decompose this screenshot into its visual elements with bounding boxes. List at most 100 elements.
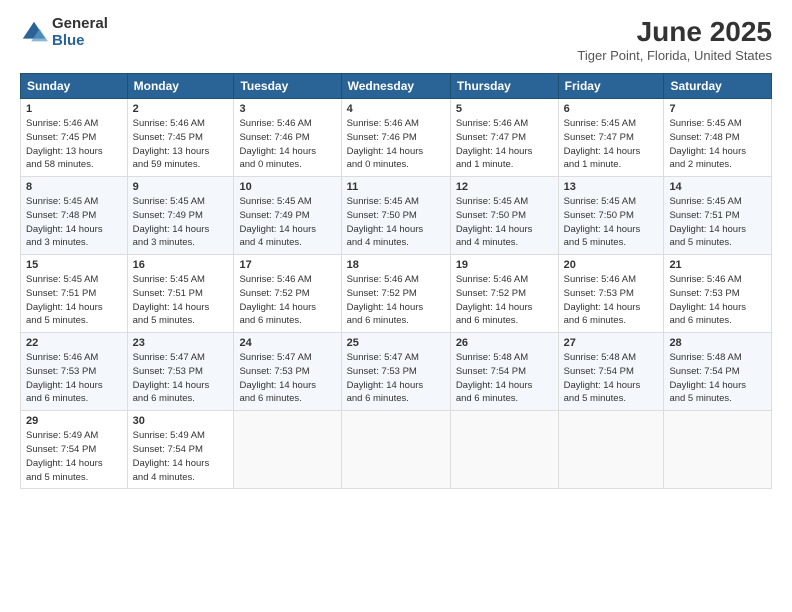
- day-number: 9: [133, 181, 229, 193]
- day-info: Sunrise: 5:46 AM Sunset: 7:52 PM Dayligh…: [347, 273, 445, 328]
- day-number: 25: [347, 337, 445, 349]
- day-number: 18: [347, 259, 445, 271]
- day-info: Sunrise: 5:46 AM Sunset: 7:52 PM Dayligh…: [456, 273, 553, 328]
- day-info: Sunrise: 5:46 AM Sunset: 7:46 PM Dayligh…: [347, 117, 445, 172]
- day-info: Sunrise: 5:48 AM Sunset: 7:54 PM Dayligh…: [669, 351, 766, 406]
- day-info: Sunrise: 5:46 AM Sunset: 7:52 PM Dayligh…: [239, 273, 335, 328]
- header: General Blue June 2025 Tiger Point, Flor…: [20, 16, 772, 63]
- day-number: 26: [456, 337, 553, 349]
- table-row: 13 Sunrise: 5:45 AM Sunset: 7:50 PM Dayli…: [558, 177, 664, 255]
- table-row: [234, 411, 341, 489]
- table-row: 15 Sunrise: 5:45 AM Sunset: 7:51 PM Dayli…: [21, 255, 128, 333]
- table-row: 20 Sunrise: 5:46 AM Sunset: 7:53 PM Dayli…: [558, 255, 664, 333]
- day-info: Sunrise: 5:47 AM Sunset: 7:53 PM Dayligh…: [133, 351, 229, 406]
- day-info: Sunrise: 5:46 AM Sunset: 7:47 PM Dayligh…: [456, 117, 553, 172]
- table-row: 26 Sunrise: 5:48 AM Sunset: 7:54 PM Dayli…: [450, 333, 558, 411]
- day-number: 12: [456, 181, 553, 193]
- calendar-week-row: 29Sunrise: 5:49 AM Sunset: 7:54 PM Dayli…: [21, 411, 772, 489]
- table-row: 28Sunrise: 5:48 AM Sunset: 7:54 PM Dayli…: [664, 333, 772, 411]
- day-number: 30: [133, 415, 229, 427]
- calendar-week-row: 1 Sunrise: 5:46 AM Sunset: 7:45 PM Daylig…: [21, 99, 772, 177]
- day-number: 14: [669, 181, 766, 193]
- table-row: 16 Sunrise: 5:45 AM Sunset: 7:51 PM Dayli…: [127, 255, 234, 333]
- day-info: Sunrise: 5:45 AM Sunset: 7:48 PM Dayligh…: [26, 195, 122, 250]
- day-number: 24: [239, 337, 335, 349]
- day-info: Sunrise: 5:45 AM Sunset: 7:47 PM Dayligh…: [564, 117, 659, 172]
- day-info: Sunrise: 5:45 AM Sunset: 7:51 PM Dayligh…: [133, 273, 229, 328]
- day-info: Sunrise: 5:48 AM Sunset: 7:54 PM Dayligh…: [564, 351, 659, 406]
- day-info: Sunrise: 5:45 AM Sunset: 7:50 PM Dayligh…: [347, 195, 445, 250]
- table-row: 5 Sunrise: 5:46 AM Sunset: 7:47 PM Daylig…: [450, 99, 558, 177]
- day-number: 1: [26, 103, 122, 115]
- table-row: 21Sunrise: 5:46 AM Sunset: 7:53 PM Dayli…: [664, 255, 772, 333]
- calendar: Sunday Monday Tuesday Wednesday Thursday…: [20, 73, 772, 489]
- table-row: 17 Sunrise: 5:46 AM Sunset: 7:52 PM Dayli…: [234, 255, 341, 333]
- day-number: 29: [26, 415, 122, 427]
- col-sunday: Sunday: [21, 74, 128, 99]
- day-number: 8: [26, 181, 122, 193]
- day-info: Sunrise: 5:45 AM Sunset: 7:50 PM Dayligh…: [456, 195, 553, 250]
- logo-icon: [20, 19, 48, 47]
- day-number: 20: [564, 259, 659, 271]
- day-number: 23: [133, 337, 229, 349]
- day-info: Sunrise: 5:47 AM Sunset: 7:53 PM Dayligh…: [239, 351, 335, 406]
- day-number: 16: [133, 259, 229, 271]
- day-info: Sunrise: 5:45 AM Sunset: 7:50 PM Dayligh…: [564, 195, 659, 250]
- day-number: 27: [564, 337, 659, 349]
- day-number: 2: [133, 103, 229, 115]
- day-info: Sunrise: 5:46 AM Sunset: 7:45 PM Dayligh…: [133, 117, 229, 172]
- calendar-week-row: 22 Sunrise: 5:46 AM Sunset: 7:53 PM Dayli…: [21, 333, 772, 411]
- day-info: Sunrise: 5:45 AM Sunset: 7:48 PM Dayligh…: [669, 117, 766, 172]
- table-row: 4 Sunrise: 5:46 AM Sunset: 7:46 PM Daylig…: [341, 99, 450, 177]
- day-info: Sunrise: 5:46 AM Sunset: 7:53 PM Dayligh…: [669, 273, 766, 328]
- day-number: 10: [239, 181, 335, 193]
- table-row: 29Sunrise: 5:49 AM Sunset: 7:54 PM Dayli…: [21, 411, 128, 489]
- table-row: 22 Sunrise: 5:46 AM Sunset: 7:53 PM Dayli…: [21, 333, 128, 411]
- day-number: 7: [669, 103, 766, 115]
- calendar-week-row: 8 Sunrise: 5:45 AM Sunset: 7:48 PM Daylig…: [21, 177, 772, 255]
- day-number: 11: [347, 181, 445, 193]
- day-info: Sunrise: 5:46 AM Sunset: 7:53 PM Dayligh…: [564, 273, 659, 328]
- month-title: June 2025: [577, 16, 772, 48]
- table-row: 6 Sunrise: 5:45 AM Sunset: 7:47 PM Daylig…: [558, 99, 664, 177]
- table-row: 23 Sunrise: 5:47 AM Sunset: 7:53 PM Dayli…: [127, 333, 234, 411]
- day-number: 22: [26, 337, 122, 349]
- page: General Blue June 2025 Tiger Point, Flor…: [0, 0, 792, 612]
- logo: General Blue: [20, 16, 108, 49]
- col-friday: Friday: [558, 74, 664, 99]
- day-number: 5: [456, 103, 553, 115]
- day-number: 19: [456, 259, 553, 271]
- day-number: 4: [347, 103, 445, 115]
- table-row: 14 Sunrise: 5:45 AM Sunset: 7:51 PM Dayli…: [664, 177, 772, 255]
- table-row: 12 Sunrise: 5:45 AM Sunset: 7:50 PM Dayli…: [450, 177, 558, 255]
- table-row: 8 Sunrise: 5:45 AM Sunset: 7:48 PM Daylig…: [21, 177, 128, 255]
- table-row: 30Sunrise: 5:49 AM Sunset: 7:54 PM Dayli…: [127, 411, 234, 489]
- location: Tiger Point, Florida, United States: [577, 48, 772, 63]
- day-number: 13: [564, 181, 659, 193]
- col-tuesday: Tuesday: [234, 74, 341, 99]
- table-row: 11 Sunrise: 5:45 AM Sunset: 7:50 PM Dayli…: [341, 177, 450, 255]
- table-row: [450, 411, 558, 489]
- table-row: 3Sunrise: 5:46 AM Sunset: 7:46 PM Daylig…: [234, 99, 341, 177]
- table-row: 1Sunrise: 5:46 AM Sunset: 7:45 PM Daylig…: [21, 99, 128, 177]
- day-number: 15: [26, 259, 122, 271]
- col-monday: Monday: [127, 74, 234, 99]
- day-number: 6: [564, 103, 659, 115]
- table-row: 25 Sunrise: 5:47 AM Sunset: 7:53 PM Dayli…: [341, 333, 450, 411]
- table-row: 2 Sunrise: 5:46 AM Sunset: 7:45 PM Daylig…: [127, 99, 234, 177]
- day-info: Sunrise: 5:45 AM Sunset: 7:49 PM Dayligh…: [133, 195, 229, 250]
- day-info: Sunrise: 5:45 AM Sunset: 7:51 PM Dayligh…: [26, 273, 122, 328]
- day-number: 17: [239, 259, 335, 271]
- logo-general: General: [52, 16, 108, 33]
- logo-blue: Blue: [52, 33, 108, 50]
- table-row: 10 Sunrise: 5:45 AM Sunset: 7:49 PM Dayli…: [234, 177, 341, 255]
- day-info: Sunrise: 5:48 AM Sunset: 7:54 PM Dayligh…: [456, 351, 553, 406]
- day-info: Sunrise: 5:46 AM Sunset: 7:53 PM Dayligh…: [26, 351, 122, 406]
- table-row: 24 Sunrise: 5:47 AM Sunset: 7:53 PM Dayli…: [234, 333, 341, 411]
- table-row: 27 Sunrise: 5:48 AM Sunset: 7:54 PM Dayli…: [558, 333, 664, 411]
- logo-text: General Blue: [52, 16, 108, 49]
- day-info: Sunrise: 5:45 AM Sunset: 7:51 PM Dayligh…: [669, 195, 766, 250]
- day-info: Sunrise: 5:45 AM Sunset: 7:49 PM Dayligh…: [239, 195, 335, 250]
- day-info: Sunrise: 5:47 AM Sunset: 7:53 PM Dayligh…: [347, 351, 445, 406]
- table-row: 7 Sunrise: 5:45 AM Sunset: 7:48 PM Daylig…: [664, 99, 772, 177]
